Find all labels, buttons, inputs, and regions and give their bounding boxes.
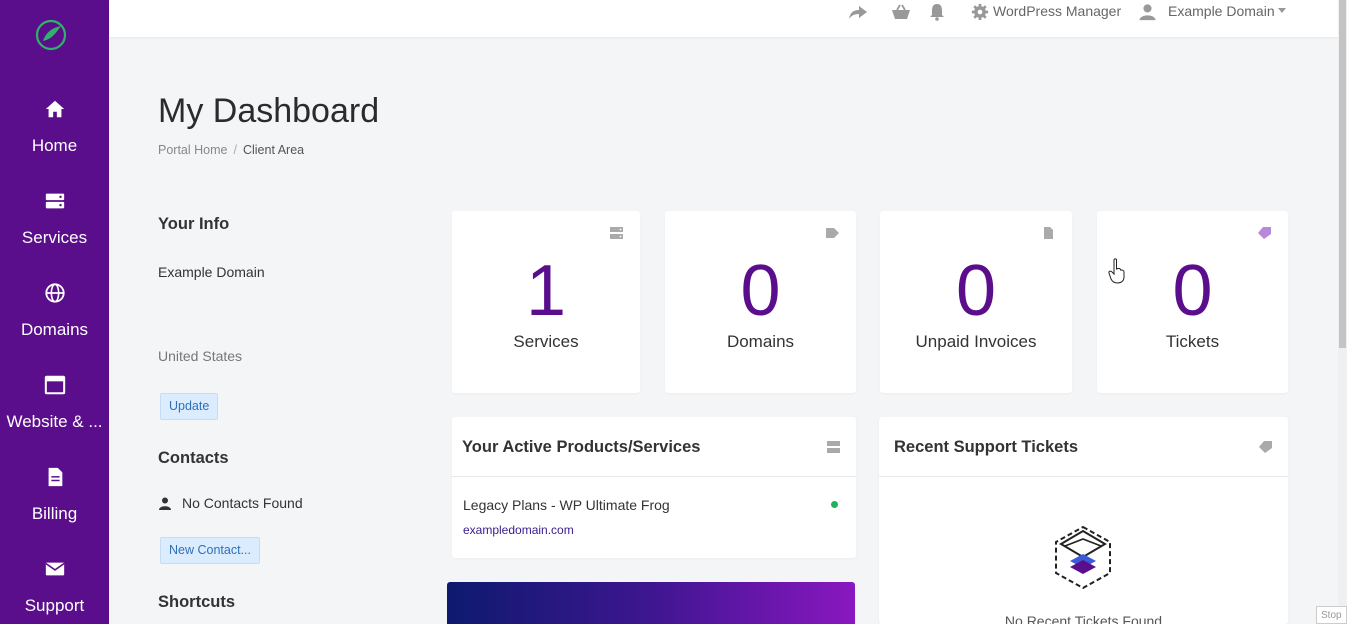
- stat-label: Tickets: [1165, 332, 1220, 351]
- promo-banner[interactable]: [447, 582, 855, 624]
- stat-tile-unpaid-invoices[interactable]: 0 Unpaid Invoices: [880, 211, 1072, 393]
- breadcrumb-portal-home[interactable]: Portal Home: [158, 143, 227, 157]
- sidebar-item-label: Website & ...: [6, 412, 103, 431]
- envelope-icon: [44, 562, 65, 576]
- sidebar-item-billing[interactable]: Billing: [0, 466, 109, 552]
- sidebar-item-home[interactable]: Home: [0, 98, 109, 184]
- product-domain-link[interactable]: exampledomain.com: [463, 523, 574, 537]
- server-icon: [827, 441, 840, 453]
- product-name[interactable]: Legacy Plans - WP Ultimate Frog: [463, 497, 670, 513]
- stat-label: Services: [513, 332, 579, 351]
- ticket-icon: [1259, 441, 1272, 453]
- sidebar-item-services[interactable]: Services: [0, 190, 109, 276]
- shortcuts-heading: Shortcuts: [158, 593, 236, 611]
- basket-icon[interactable]: [891, 3, 911, 21]
- globe-icon: [44, 283, 65, 303]
- gear-icon[interactable]: [971, 3, 989, 21]
- brand-logo-icon[interactable]: [35, 19, 67, 51]
- chevron-down-icon[interactable]: [1278, 8, 1286, 14]
- breadcrumb: Portal Home / Client Area: [158, 143, 305, 157]
- active-products-panel: Your Active Products/Services Legacy Pla…: [452, 417, 856, 558]
- page-title: My Dashboard: [158, 92, 380, 130]
- empty-inbox-icon: [1055, 525, 1111, 590]
- sidebar-item-label: Home: [31, 136, 78, 155]
- stat-tile-domains[interactable]: 0 Domains: [665, 211, 856, 393]
- info-name: Example Domain: [158, 264, 265, 280]
- tag-icon: [826, 228, 839, 238]
- document-icon: [48, 467, 62, 487]
- no-tickets-text: No Recent Tickets Found: [1004, 613, 1163, 624]
- recent-tickets-panel: Recent Support Tickets No Recent Tickets…: [879, 417, 1288, 624]
- scrollbar[interactable]: [1338, 0, 1347, 624]
- no-contacts-text: No Contacts Found: [182, 495, 303, 511]
- scrollbar-thumb[interactable]: [1339, 0, 1346, 348]
- stat-label: Unpaid Invoices: [915, 332, 1037, 351]
- sidebar-item-support[interactable]: Support: [0, 558, 109, 624]
- sidebar-item-website[interactable]: Website & ...: [0, 374, 109, 460]
- server-icon: [610, 227, 623, 239]
- sidebar-item-domains[interactable]: Domains: [0, 282, 109, 368]
- ticket-icon: [1258, 227, 1271, 239]
- stat-value: 1: [525, 251, 567, 331]
- file-icon: [1044, 227, 1053, 239]
- contacts-heading: Contacts: [158, 449, 229, 467]
- sidebar-item-label: Domains: [20, 320, 89, 339]
- wordpress-manager-link[interactable]: WordPress Manager: [993, 3, 1121, 19]
- stop-button[interactable]: Stop: [1316, 606, 1347, 624]
- update-button[interactable]: Update: [160, 393, 219, 420]
- hand-cursor-icon: [1108, 258, 1125, 284]
- share-icon[interactable]: [848, 3, 868, 21]
- active-products-title: Your Active Products/Services: [462, 438, 701, 456]
- top-bar: WordPress Manager Example Domain: [109, 0, 1338, 37]
- server-icon: [45, 193, 64, 209]
- stat-value: 0: [955, 251, 997, 331]
- window-icon: [44, 375, 65, 395]
- user-icon[interactable]: [1138, 3, 1157, 21]
- sidebar: Home Services Domains Website & ... Bill…: [0, 0, 109, 624]
- home-icon: [45, 100, 64, 118]
- info-country: United States: [158, 348, 243, 364]
- stat-tile-tickets[interactable]: 0 Tickets: [1097, 211, 1288, 393]
- sidebar-item-label: Services: [21, 228, 88, 247]
- your-info-heading: Your Info: [158, 215, 230, 233]
- new-contact-button[interactable]: New Contact...: [160, 537, 260, 564]
- recent-tickets-title: Recent Support Tickets: [894, 438, 1078, 456]
- stat-value: 0: [740, 251, 781, 331]
- sidebar-item-label: Support: [24, 596, 85, 615]
- account-menu[interactable]: Example Domain: [1168, 3, 1275, 19]
- stat-label: Domains: [726, 332, 795, 351]
- person-icon: [159, 497, 171, 510]
- sidebar-item-label: Billing: [31, 504, 78, 523]
- bell-icon[interactable]: [927, 3, 947, 21]
- stat-tile-services[interactable]: 1 Services: [452, 211, 640, 393]
- status-dot: [831, 501, 838, 508]
- breadcrumb-client-area: Client Area: [242, 143, 305, 157]
